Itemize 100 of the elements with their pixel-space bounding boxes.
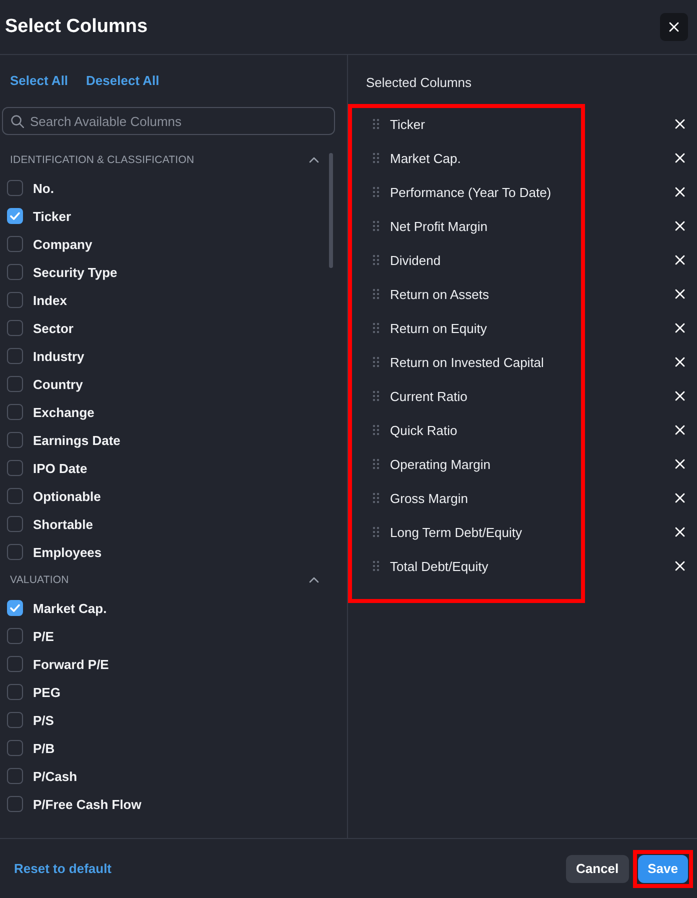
checkbox[interactable] xyxy=(7,768,23,784)
checkmark-icon xyxy=(10,212,20,220)
cancel-button[interactable]: Cancel xyxy=(566,854,629,882)
checkbox[interactable] xyxy=(7,264,23,280)
column-option-label[interactable]: No. xyxy=(33,180,54,196)
column-option-label[interactable]: PEG xyxy=(33,684,60,700)
column-option-label[interactable]: Country xyxy=(33,376,83,392)
checkbox[interactable] xyxy=(7,796,23,812)
drag-handle-icon[interactable] xyxy=(373,527,379,537)
column-option-label[interactable]: Employees xyxy=(33,544,102,560)
drag-handle-icon[interactable] xyxy=(373,255,379,265)
close-icon xyxy=(675,459,685,469)
drag-handle-icon[interactable] xyxy=(373,561,379,571)
remove-button[interactable] xyxy=(675,425,685,435)
column-option-label[interactable]: Forward P/E xyxy=(33,656,109,672)
drag-handle-icon[interactable] xyxy=(373,425,379,435)
drag-handle-icon[interactable] xyxy=(373,119,379,129)
remove-button[interactable] xyxy=(675,323,685,333)
scrollbar-thumb[interactable] xyxy=(329,153,333,268)
checkbox[interactable] xyxy=(7,208,23,224)
column-option-label[interactable]: Ticker xyxy=(33,208,72,224)
column-option-label[interactable]: Company xyxy=(33,236,92,252)
close-button[interactable] xyxy=(660,13,688,41)
column-option-label[interactable]: Shortable xyxy=(33,516,93,532)
remove-button[interactable] xyxy=(675,459,685,469)
remove-button[interactable] xyxy=(675,255,685,265)
checkbox[interactable] xyxy=(7,712,23,728)
checkmark-icon xyxy=(10,604,20,612)
remove-button[interactable] xyxy=(675,391,685,401)
drag-handle-icon[interactable] xyxy=(373,187,379,197)
selected-column-label: Current Ratio xyxy=(390,388,468,404)
close-icon xyxy=(675,425,685,435)
checkbox[interactable] xyxy=(7,656,23,672)
column-option-label[interactable]: IPO Date xyxy=(33,460,88,476)
search-field[interactable]: Search Available Columns xyxy=(2,107,335,135)
chevron-up-icon[interactable] xyxy=(309,157,319,163)
column-option-label[interactable]: Market Cap. xyxy=(33,600,107,616)
column-option-label[interactable]: Sector xyxy=(33,320,74,336)
close-icon xyxy=(675,153,685,163)
remove-button[interactable] xyxy=(675,493,685,503)
column-option-label[interactable]: Optionable xyxy=(33,488,101,504)
checkbox[interactable] xyxy=(7,460,23,476)
close-icon xyxy=(675,323,685,333)
checkbox[interactable] xyxy=(7,628,23,644)
drag-handle-icon[interactable] xyxy=(373,493,379,503)
remove-button[interactable] xyxy=(675,221,685,231)
checkbox[interactable] xyxy=(7,600,23,616)
checkbox[interactable] xyxy=(7,376,23,392)
close-icon xyxy=(675,187,685,197)
remove-button[interactable] xyxy=(675,187,685,197)
selected-column-label: Return on Assets xyxy=(390,286,489,302)
checkbox[interactable] xyxy=(7,684,23,700)
checkbox[interactable] xyxy=(7,488,23,504)
remove-button[interactable] xyxy=(675,561,685,571)
column-option-label[interactable]: P/B xyxy=(33,740,55,756)
remove-button[interactable] xyxy=(675,527,685,537)
drag-handle-icon[interactable] xyxy=(373,221,379,231)
selected-column-label: Performance (Year To Date) xyxy=(390,184,552,200)
column-option-label[interactable]: Index xyxy=(33,292,67,308)
chevron-up-icon[interactable] xyxy=(309,577,319,583)
close-icon xyxy=(675,493,685,503)
column-option-label[interactable]: Exchange xyxy=(33,404,94,420)
reset-link[interactable]: Reset to default xyxy=(14,862,112,876)
checkbox[interactable] xyxy=(7,292,23,308)
checkbox[interactable] xyxy=(7,516,23,532)
column-option-label[interactable]: P/Cash xyxy=(33,768,78,784)
close-icon xyxy=(675,289,685,299)
drag-handle-icon[interactable] xyxy=(373,289,379,299)
remove-button[interactable] xyxy=(675,119,685,129)
select-all-link[interactable]: Select All xyxy=(10,74,68,88)
drag-handle-icon[interactable] xyxy=(373,153,379,163)
drag-handle-icon[interactable] xyxy=(373,357,379,367)
checkbox[interactable] xyxy=(7,432,23,448)
checkbox[interactable] xyxy=(7,404,23,420)
checkbox[interactable] xyxy=(7,320,23,336)
search-icon xyxy=(11,115,24,128)
dialog-title: Select Columns xyxy=(5,15,148,39)
section-title: VALUATION xyxy=(10,574,69,586)
drag-handle-icon[interactable] xyxy=(373,391,379,401)
column-option-label[interactable]: P/Free Cash Flow xyxy=(33,796,142,812)
checkbox[interactable] xyxy=(7,348,23,364)
deselect-all-link[interactable]: Deselect All xyxy=(86,74,160,88)
remove-button[interactable] xyxy=(675,153,685,163)
column-option-label[interactable]: Earnings Date xyxy=(33,432,120,448)
column-option-label[interactable]: P/E xyxy=(33,628,54,644)
close-icon xyxy=(675,561,685,571)
selected-column-label: Total Debt/Equity xyxy=(390,558,488,574)
selected-columns-title: Selected Columns xyxy=(366,75,472,91)
checkbox[interactable] xyxy=(7,740,23,756)
selected-column-label: Market Cap. xyxy=(390,150,461,166)
column-option-label[interactable]: Industry xyxy=(33,348,84,364)
column-option-label[interactable]: P/S xyxy=(33,712,54,728)
remove-button[interactable] xyxy=(675,289,685,299)
drag-handle-icon[interactable] xyxy=(373,459,379,469)
checkbox[interactable] xyxy=(7,544,23,560)
checkbox[interactable] xyxy=(7,180,23,196)
drag-handle-icon[interactable] xyxy=(373,323,379,333)
remove-button[interactable] xyxy=(675,357,685,367)
checkbox[interactable] xyxy=(7,236,23,252)
column-option-label[interactable]: Security Type xyxy=(33,264,118,280)
